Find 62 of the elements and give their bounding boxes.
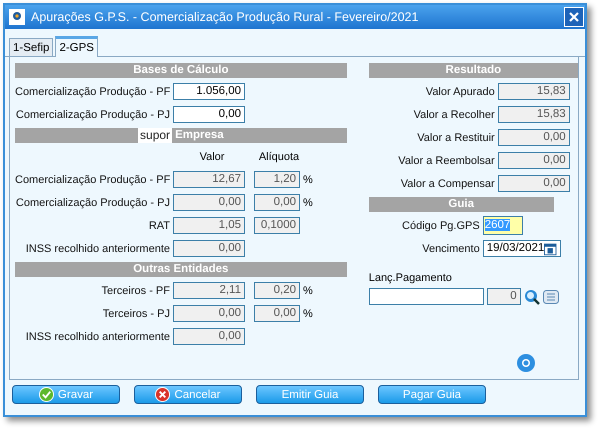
field-label: Valor a Compensar (400, 178, 495, 190)
field-label: Código Pg.GPS (401, 220, 480, 232)
field-label: Valor a Restituir (416, 132, 495, 144)
value-field[interactable]: 15,83 (498, 106, 570, 123)
value-field[interactable]: 0,00 (498, 129, 570, 146)
number-field[interactable]: 0 (486, 288, 521, 305)
value-field[interactable]: 0,00 (173, 305, 245, 322)
section-header: Guia (368, 197, 554, 212)
payment-field[interactable] (368, 288, 484, 305)
check-icon (38, 387, 54, 402)
date-field[interactable]: 19/03/2021 (482, 240, 561, 257)
value-field[interactable]: 2,11 (173, 282, 245, 299)
rate-field[interactable]: 0,20 (254, 282, 300, 299)
tab[interactable]: 1-Sefip (9, 38, 54, 56)
column-header: Valor (198, 150, 226, 162)
rate-field[interactable]: 1,20 (254, 171, 300, 188)
field-label: INSS recolhido anteriormente (24, 330, 170, 342)
field-label: Valor a Recolher (412, 108, 495, 120)
unit-label: % (303, 196, 313, 208)
field-label: RAT (148, 220, 170, 232)
tab[interactable]: 2-GPS (55, 36, 98, 57)
field-label: Vencimento (421, 242, 480, 254)
unit-label: % (303, 284, 313, 296)
tooltip: supor (138, 128, 172, 143)
value-field[interactable]: 0,00 (173, 106, 245, 123)
field-label: Comercialização Produção - PJ (15, 196, 170, 208)
calendar-icon (544, 242, 557, 256)
field-label: INSS recolhido anteriormente (24, 242, 170, 254)
search-icon[interactable] (524, 288, 540, 304)
close-button[interactable] (564, 7, 584, 27)
value-field[interactable]: 0,00 (173, 240, 245, 257)
value-field[interactable]: 0,00 (173, 328, 245, 345)
value-field[interactable]: 12,67 (173, 171, 245, 188)
loading-icon (516, 353, 536, 373)
column-header: Alíquota (258, 150, 300, 162)
rate-field[interactable]: 0,00 (254, 305, 300, 322)
value-field[interactable]: 0,00 (173, 194, 245, 211)
field-label: Comercialização Produção - PF (15, 86, 170, 98)
close-icon (568, 11, 580, 23)
field-label: Terceiros - PJ (102, 308, 170, 320)
field-label: Terceiros - PF (100, 284, 170, 296)
app-logo-icon (9, 9, 25, 25)
value-field[interactable]: 1,05 (173, 217, 245, 234)
section-header: Empresa (175, 128, 224, 143)
unit-label: % (303, 174, 313, 186)
section-header: Bases de Cálculo (15, 63, 347, 78)
field-label: Comercialização Produção - PF (15, 174, 170, 186)
value-field[interactable]: 15,83 (498, 83, 570, 100)
value-field[interactable]: 1.056,00 (173, 83, 245, 100)
section-header: Outras Entidades (15, 262, 347, 277)
field-label: Comercialização Produção - PJ (15, 108, 170, 120)
field-label: Valor Apurado (424, 86, 495, 98)
cancel-icon (155, 387, 170, 402)
unit-label: % (303, 308, 313, 320)
field-label: Lanç.Pagamento (368, 272, 452, 284)
rate-field[interactable]: 0,1000 (254, 217, 300, 234)
value-field[interactable]: 0,00 (498, 152, 570, 169)
window-title: Apurações G.P.S. - Comercialização Produção Rural - Fevereiro/2021 (31, 10, 420, 24)
rate-field[interactable]: 0,00 (254, 194, 300, 211)
field-label: Valor a Reembolsar (397, 154, 495, 166)
value-field[interactable]: 0,00 (498, 175, 570, 192)
section-header: Resultado (368, 63, 578, 78)
